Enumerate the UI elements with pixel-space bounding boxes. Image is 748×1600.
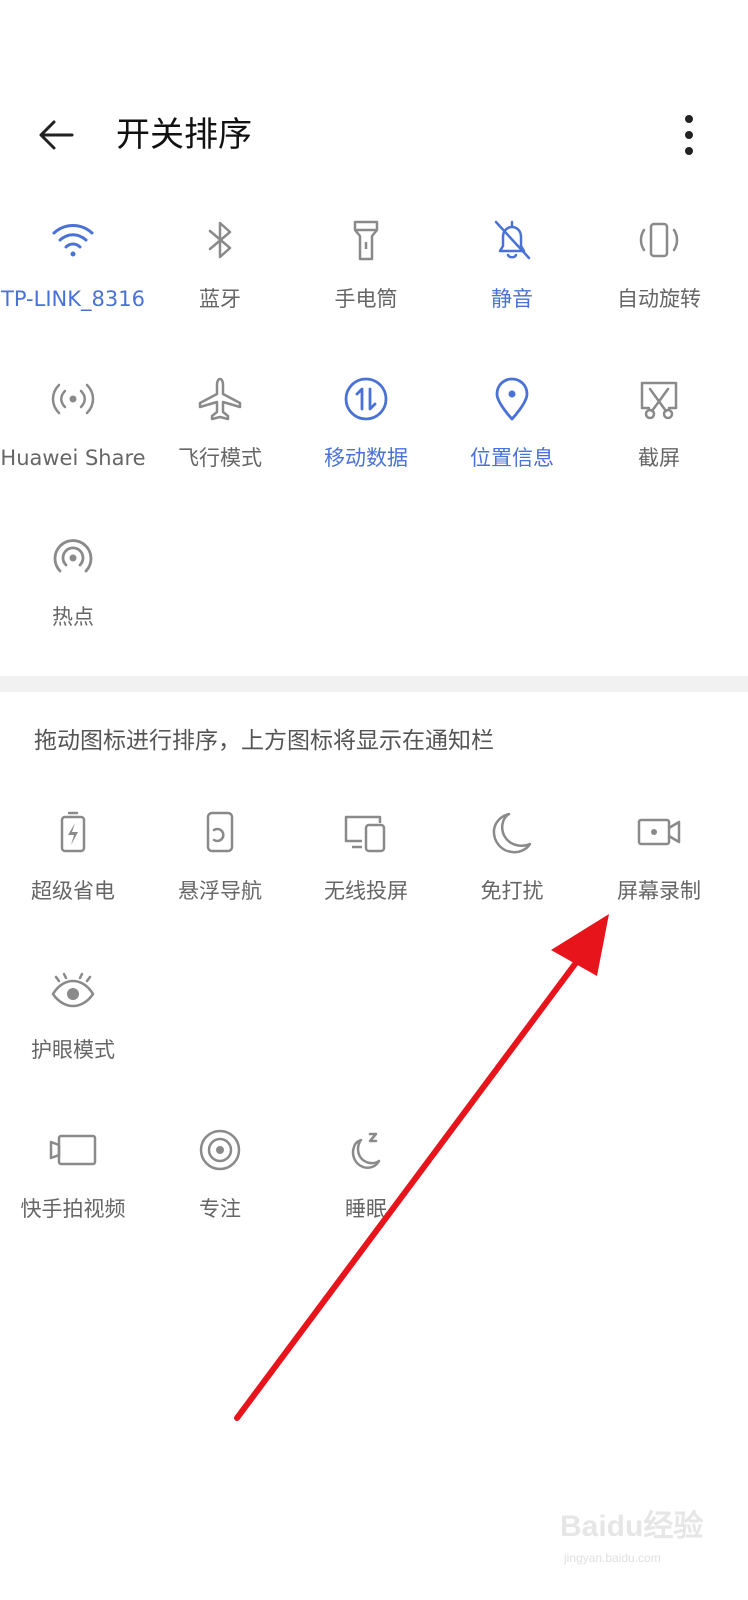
- tile-wifi[interactable]: TP-LINK_8316: [0, 200, 148, 340]
- huawei-share-icon: [49, 375, 97, 423]
- tile-label: 截屏: [638, 446, 680, 470]
- tile-auto-rotate[interactable]: 自动旋转: [584, 200, 734, 340]
- tile-label: 超级省电: [31, 879, 115, 903]
- more-options-button[interactable]: [664, 107, 714, 163]
- video-shoot-icon: [49, 1126, 97, 1174]
- tile-location[interactable]: 位置信息: [437, 359, 587, 499]
- tile-label: 悬浮导航: [178, 879, 262, 903]
- tile-label: 自动旋转: [617, 287, 701, 311]
- tile-do-not-disturb[interactable]: 免打扰: [437, 792, 587, 932]
- tile-label: 屏幕录制: [617, 879, 701, 903]
- tile-label: 无线投屏: [324, 879, 408, 903]
- floating-nav-icon: [196, 808, 244, 856]
- tile-label: 护眼模式: [31, 1038, 115, 1062]
- bell-off-icon: [488, 216, 536, 264]
- tile-mute[interactable]: 静音: [437, 200, 587, 340]
- battery-saver-icon: [49, 808, 97, 856]
- section-divider: [0, 676, 748, 692]
- tile-focus[interactable]: 专注: [145, 1110, 295, 1250]
- arrow-left-icon: [39, 120, 74, 150]
- tile-screen-recording[interactable]: 屏幕录制: [584, 792, 734, 932]
- wireless-projection-icon: [342, 808, 390, 856]
- tile-label: 移动数据: [324, 446, 408, 470]
- location-icon: [488, 375, 536, 423]
- drag-hint-text: 拖动图标进行排序，上方图标将显示在通知栏: [34, 728, 494, 754]
- wifi-icon: [49, 216, 97, 264]
- tile-label: 飞行模式: [178, 446, 262, 470]
- screen-record-icon: [635, 808, 683, 856]
- baidu-watermark: Baidu经验 jingyan.baidu.com: [560, 1509, 703, 1565]
- focus-icon: [196, 1126, 244, 1174]
- tile-airplane-mode[interactable]: 飞行模式: [145, 359, 295, 499]
- tile-kuaishou-video[interactable]: 快手拍视频: [0, 1110, 148, 1250]
- tile-eye-comfort[interactable]: 护眼模式: [0, 951, 148, 1091]
- tile-label: 快手拍视频: [20, 1197, 126, 1221]
- airplane-icon: [196, 375, 244, 423]
- tile-label: 蓝牙: [199, 287, 241, 311]
- moon-icon: [488, 808, 536, 856]
- tile-label: 位置信息: [470, 446, 554, 470]
- mobile-data-icon: [342, 375, 390, 423]
- tile-label: 静音: [491, 287, 533, 311]
- tile-label: Huawei Share: [0, 446, 146, 470]
- tile-super-power-saving[interactable]: 超级省电: [0, 792, 148, 932]
- more-vertical-icon: [685, 115, 693, 155]
- tile-label: TP-LINK_8316: [1, 287, 145, 311]
- tile-sleep[interactable]: 睡眠: [291, 1110, 441, 1250]
- flashlight-icon: [342, 216, 390, 264]
- tile-hotspot[interactable]: 热点: [0, 518, 148, 658]
- tile-label: 免打扰: [480, 879, 544, 903]
- tile-mobile-data[interactable]: 移动数据: [291, 359, 441, 499]
- screenshot-icon: [635, 375, 683, 423]
- watermark-brand: Baidu经验: [560, 1509, 703, 1543]
- tile-label: 专注: [199, 1197, 241, 1221]
- eye-comfort-icon: [49, 967, 97, 1015]
- tile-label: 手电筒: [334, 287, 398, 311]
- hotspot-icon: [49, 534, 97, 582]
- watermark-url: jingyan.baidu.com: [563, 1551, 661, 1565]
- page-title: 开关排序: [116, 115, 252, 155]
- tile-bluetooth[interactable]: 蓝牙: [145, 200, 295, 340]
- tile-floating-navigation[interactable]: 悬浮导航: [145, 792, 295, 932]
- bluetooth-icon: [196, 216, 244, 264]
- auto-rotate-icon: [635, 216, 683, 264]
- tile-screenshot[interactable]: 截屏: [584, 359, 734, 499]
- tile-wireless-projection[interactable]: 无线投屏: [291, 792, 441, 932]
- app-header: 开关排序: [0, 95, 748, 175]
- tile-label: 热点: [52, 605, 94, 629]
- sleep-icon: [342, 1126, 390, 1174]
- back-button[interactable]: [30, 109, 82, 161]
- tile-flashlight[interactable]: 手电筒: [291, 200, 441, 340]
- tile-label: 睡眠: [345, 1197, 387, 1221]
- tile-huawei-share[interactable]: Huawei Share: [0, 359, 148, 499]
